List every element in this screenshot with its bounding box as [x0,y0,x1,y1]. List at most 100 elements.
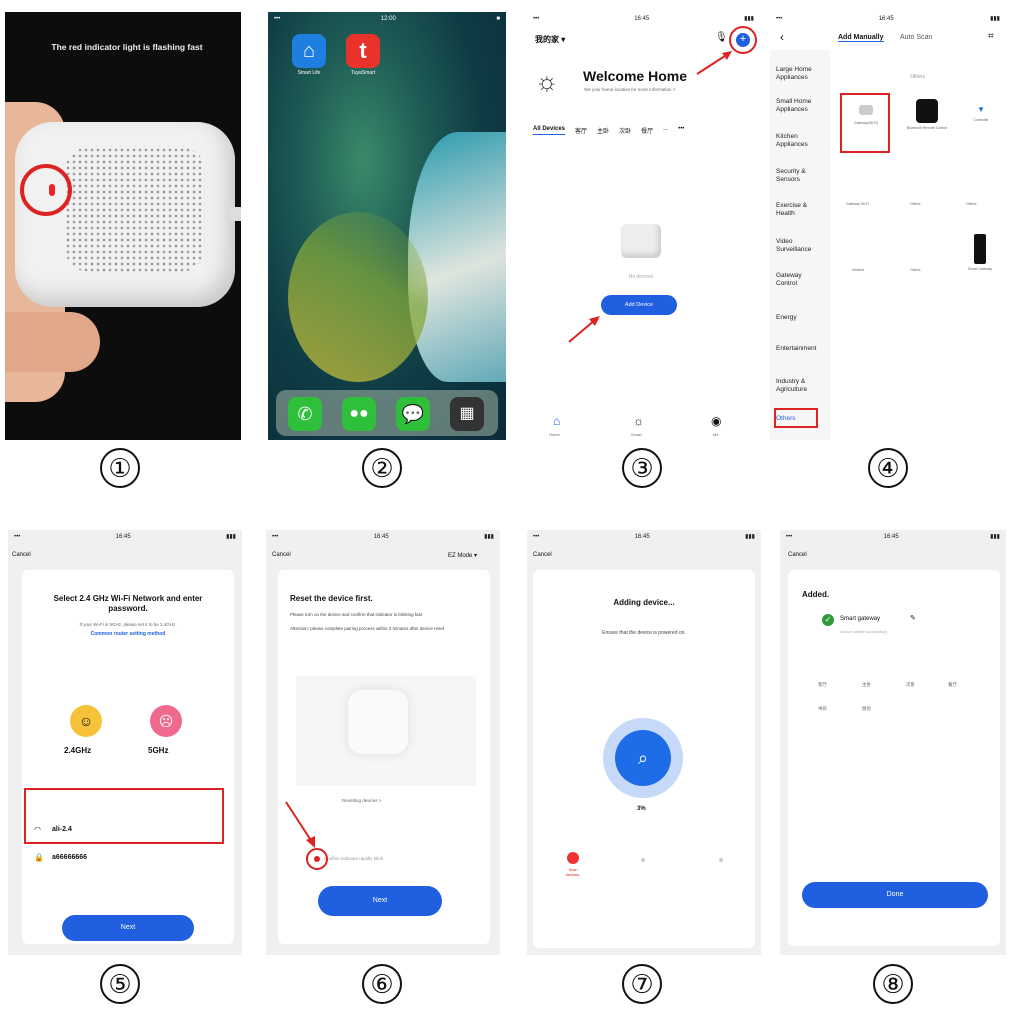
smart-life-app-icon[interactable]: ⌂ [292,34,326,68]
nav-home-icon[interactable]: ⌂ [553,414,560,428]
device-item[interactable]: Infrared [852,268,864,272]
room-option[interactable]: 餐厅 [948,682,957,688]
lock-icon: 🔒 [34,853,44,862]
scan-icon[interactable]: ⌗ [988,31,994,42]
room-option[interactable]: 厨房 [862,706,871,712]
category-item[interactable]: Video Surveillance [776,238,822,254]
step-number-2: ② [362,448,402,488]
category-item[interactable]: Large Home Appliances [776,66,822,82]
next-button[interactable]: Next [318,886,442,916]
device-item[interactable]: Others [910,268,921,272]
cancel-button[interactable]: Cancel [533,552,552,558]
password-field[interactable]: a66666666 [52,854,87,861]
back-chevron-icon[interactable]: ‹ [780,30,784,44]
category-item[interactable]: Small Home Appliances [776,98,822,114]
category-item[interactable]: Energy [776,314,822,322]
room-option[interactable]: 客厅 [818,682,827,688]
tab-room-2[interactable]: 主卧 [597,126,609,135]
wechat-app-icon[interactable]: ●● [342,397,376,431]
category-item[interactable]: Exercise & Health [776,202,822,218]
category-item[interactable]: Security & Sensors [776,168,822,184]
tab-menu[interactable]: ••• [678,126,684,135]
calculator-app-icon[interactable]: ▦ [450,397,484,431]
category-item[interactable]: Entertainment [776,345,822,353]
confirm-label: Confirm indicator rapidly blink [324,856,384,861]
remote-icon [916,99,938,123]
device-smart-gateway[interactable]: Smart Gateway [958,234,1002,284]
resetting-devices-link[interactable]: Resetting devices > [342,798,381,803]
step6-reset-device: ••• 16:45 ▮▮▮ Cancel EZ Mode ▾ Reset the d… [266,530,500,955]
band-2-4ghz: 2.4GHz [64,746,92,755]
home-selector[interactable]: 我的家 ▾ [535,34,565,45]
room-option[interactable]: 书房 [818,706,827,712]
tab-add-manually[interactable]: Add Manually [838,34,884,42]
room-option[interactable]: 次卧 [906,682,915,688]
messages-app-icon[interactable]: 💬 [396,397,430,431]
gateway-image [348,690,408,754]
router-settings-link[interactable]: Common router setting method [36,631,220,637]
tuyasmart-app-label: TuyaSmart [350,70,376,76]
room-option[interactable]: 主卧 [862,682,871,688]
reset-title: Reset the device first. [290,594,373,603]
nav-me-icon[interactable]: ◉ [711,414,721,428]
tab-more[interactable]: ... [663,126,668,135]
next-button[interactable]: Next [62,915,194,941]
category-item[interactable]: Industry & Agriculture [776,378,822,394]
arrow-to-plus [696,51,732,75]
reset-instructions: Please turn on the device and confirm th… [290,612,423,617]
reset-attention: Attention: please complete pairing proce… [290,626,445,631]
tab-all-devices[interactable]: All Devices [533,126,566,135]
device-item[interactable]: Others [966,202,977,206]
sun-icon: ☼ [535,66,559,96]
nav-smart-icon[interactable]: ☼ [633,414,644,428]
happy-face-icon: ☺ [70,705,102,737]
adding-subtitle: Ensure that the device is powered on. [602,630,686,636]
step-number-1: ① [100,448,140,488]
welcome-subtitle[interactable]: Set your home location for more informat… [584,87,675,92]
category-item[interactable]: Kitchen Appliances [776,133,822,149]
step4-add-manually: ••• 16:45 ▮▮▮ ‹ Add Manually Auto Scan ⌗ L… [770,12,1006,440]
edit-name-icon[interactable]: ✎ [910,614,916,622]
added-card: Added. ✓ Smart gateway ✎ Device added su… [788,570,1000,946]
tuyasmart-app-icon[interactable]: t [346,34,380,68]
cancel-button[interactable]: Cancel [272,552,291,558]
tab-auto-scan[interactable]: Auto Scan [900,34,932,41]
no-devices-text: No devices [628,274,654,280]
caption: The red indicator light is flashing fast [51,42,203,52]
device-controller[interactable]: ▾ Controller [960,104,1002,144]
step3-welcome-home: ••• 16:45 ▮▮▮ 我的家 ▾ 🎙 + ☼ Welcome Home Set… [527,12,760,440]
device-item[interactable]: Gateway Wi-Fi [846,202,869,206]
others-highlight [774,408,818,428]
tab-room-3[interactable]: 次卧 [619,126,631,135]
tab-room-1[interactable]: 客厅 [575,126,587,135]
step2-homescreen: ••• 12:00 ■ ⌂ Smart Life t TuyaSmart ✆ ●● … [268,12,506,440]
step8-added: ••• 16:45 ▮▮▮ Cancel Added. ✓ Smart gatewa… [780,530,1006,955]
smart-life-app-label: Smart Life [297,70,321,76]
mic-icon[interactable]: 🎙 [715,32,728,43]
wifi-card: Select 2.4 GHz Wi-Fi Network and enter p… [22,570,234,944]
tab-room-4[interactable]: 餐厅 [641,126,653,135]
device-item[interactable]: Others [910,202,921,206]
device-name: Smart gateway [840,616,881,622]
success-check-icon: ✓ [822,614,834,626]
phone-app-icon[interactable]: ✆ [288,397,322,431]
step-number-3: ③ [622,448,662,488]
cancel-button[interactable]: Cancel [788,552,807,558]
finger [5,312,100,372]
add-device-button[interactable]: Add Device [601,295,677,315]
arrow-to-checkbox [285,801,315,848]
device-bluetooth-remote[interactable]: Bluetooth Remote Control [902,97,952,147]
step-number-4: ④ [868,448,908,488]
empty-device-illustration [621,224,661,258]
category-item[interactable]: Gateway Control [776,272,822,288]
done-button[interactable]: Done [802,882,988,908]
smart-gateway-icon [974,234,986,264]
step7-adding-device: ••• 16:45 ▮▮▮ Cancel Adding device... Ensu… [527,530,761,955]
nav-smart-label: Smart [631,432,642,437]
cancel-button[interactable]: Cancel [12,552,31,558]
band-5ghz: 5GHz [148,746,169,755]
adding-card: Adding device... Ensure that the device … [533,570,755,948]
ez-mode-selector[interactable]: EZ Mode ▾ [448,552,477,559]
step-number-8: ⑧ [873,964,913,1004]
search-icon: ⌕ [615,730,671,786]
